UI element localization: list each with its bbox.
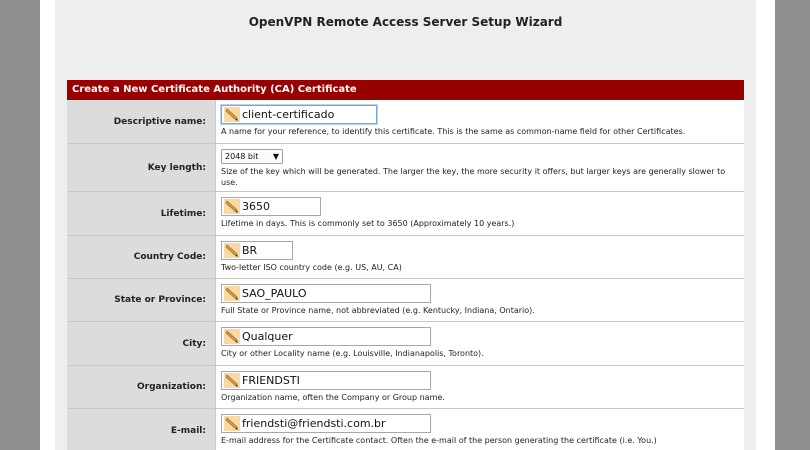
state-hint: Full State or Province name, not abbrevi… [221, 306, 535, 315]
pencil-icon [224, 329, 240, 344]
row-country-code: Country Code: BR Two-letter ISO country … [67, 236, 744, 279]
city-label: City: [67, 322, 216, 365]
pencil-icon [224, 107, 240, 122]
descriptive-name-value: client-certificado [242, 108, 335, 121]
right-margin [775, 0, 810, 450]
country-code-input[interactable]: BR [221, 241, 293, 260]
descriptive-name-input[interactable]: client-certificado [221, 105, 377, 124]
wizard-page: OpenVPN Remote Access Server Setup Wizar… [55, 0, 756, 450]
lifetime-value: 3650 [242, 200, 270, 213]
wizard-title: OpenVPN Remote Access Server Setup Wizar… [248, 15, 563, 29]
lifetime-input[interactable]: 3650 [221, 197, 321, 216]
section-header: Create a New Certificate Authority (CA) … [67, 80, 744, 100]
city-input[interactable]: Qualquer [221, 327, 431, 346]
row-email: E-mail: friendsti@friendsti.com.br E-mai… [67, 409, 744, 450]
row-key-length: Key length: 2048 bit ▼ Size of the key w… [67, 144, 744, 192]
pencil-icon [224, 373, 240, 388]
ca-certificate-form: Create a New Certificate Authority (CA) … [67, 80, 744, 450]
key-length-label: Key length: [67, 144, 216, 191]
pencil-icon [224, 286, 240, 301]
key-length-hint: Size of the key which will be generated.… [221, 167, 726, 187]
row-lifetime: Lifetime: 3650 Lifetime in days. This is… [67, 192, 744, 236]
organization-input[interactable]: FRIENDSTI [221, 371, 431, 390]
pencil-icon [224, 243, 240, 258]
lifetime-hint: Lifetime in days. This is commonly set t… [221, 219, 515, 228]
descriptive-name-hint: A name for your reference, to identify t… [221, 127, 686, 136]
email-input[interactable]: friendsti@friendsti.com.br [221, 414, 431, 433]
left-margin [0, 0, 40, 450]
organization-value: FRIENDSTI [242, 374, 300, 387]
country-code-hint: Two-letter ISO country code (e.g. US, AU… [221, 263, 402, 272]
country-code-label: Country Code: [67, 236, 216, 278]
email-label: E-mail: [67, 409, 216, 450]
country-code-value: BR [242, 244, 258, 257]
pencil-icon [224, 416, 240, 431]
organization-hint: Organization name, often the Company or … [221, 393, 445, 402]
city-value: Qualquer [242, 330, 293, 343]
row-organization: Organization: FRIENDSTI Organization nam… [67, 366, 744, 409]
row-state: State or Province: SAO_PAULO Full State … [67, 279, 744, 322]
email-hint: E-mail address for the Certificate conta… [221, 436, 657, 445]
organization-label: Organization: [67, 366, 216, 408]
state-input[interactable]: SAO_PAULO [221, 284, 431, 303]
pencil-icon [224, 199, 240, 214]
key-length-selected: 2048 bit [225, 152, 259, 161]
descriptive-name-label: Descriptive name: [67, 100, 216, 143]
key-length-select[interactable]: 2048 bit ▼ [221, 149, 283, 164]
email-value: friendsti@friendsti.com.br [242, 417, 386, 430]
state-label: State or Province: [67, 279, 216, 321]
row-descriptive-name: Descriptive name: client-certificado A n… [67, 100, 744, 144]
city-hint: City or other Locality name (e.g. Louisv… [221, 349, 484, 358]
state-value: SAO_PAULO [242, 287, 307, 300]
chevron-down-icon: ▼ [272, 152, 279, 161]
row-city: City: Qualquer City or other Locality na… [67, 322, 744, 366]
lifetime-label: Lifetime: [67, 192, 216, 235]
